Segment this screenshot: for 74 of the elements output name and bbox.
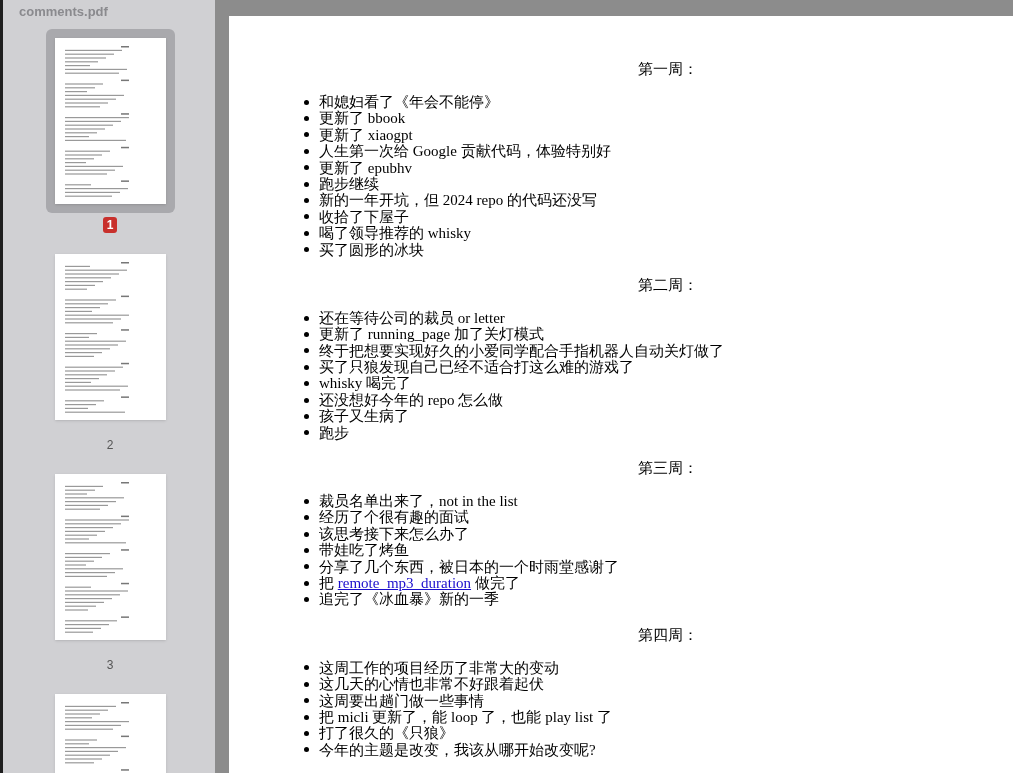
list-item-text: 更新了 epubhv bbox=[319, 159, 412, 176]
list-item-text: 把 micli 更新了，能 loop 了，也能 play list 了 bbox=[319, 708, 612, 725]
link[interactable]: remote_mp3_duration bbox=[337, 575, 472, 591]
list-item-text: 跑步 bbox=[319, 424, 349, 442]
bullet-icon bbox=[304, 580, 309, 586]
list-item-text: 收拾了下屋子 bbox=[319, 208, 409, 225]
bullet-icon bbox=[304, 698, 309, 704]
section-heading: 第四周： bbox=[638, 625, 698, 645]
list-item-text: 喝了领导推荐的 whisky bbox=[319, 225, 472, 242]
list-item-text: 还没想好今年的 repo 怎么做 bbox=[319, 391, 504, 409]
bullet-icon bbox=[304, 515, 309, 521]
list-item-text: 裁员名单出来了，not in the list bbox=[319, 493, 518, 510]
bullet-icon bbox=[304, 747, 309, 753]
bullet-icon bbox=[304, 198, 309, 204]
bullet-icon bbox=[304, 498, 309, 504]
bullet-icon bbox=[304, 364, 309, 370]
list-item-text: 和媳妇看了《年会不能停》 bbox=[319, 94, 499, 111]
bullet-icon bbox=[304, 731, 309, 736]
list-item-text: 终于把想要实现好久的小爱同学配合手指机器人自动关灯做了 bbox=[319, 342, 724, 359]
list-item-text: 这几天的心情也非常不好跟着起伏 bbox=[319, 676, 544, 693]
list-item-text: 这周工作的项目经历了非常大的变动 bbox=[319, 659, 559, 676]
page-number: 1 bbox=[102, 217, 118, 233]
section-heading: 第三周： bbox=[638, 459, 698, 479]
list-item-text: 还在等待公司的裁员 or letter bbox=[319, 309, 505, 326]
bullet-icon bbox=[304, 397, 309, 403]
list-item-text: 买了圆形的冰块 bbox=[319, 241, 424, 258]
page-thumbnail-drawing[interactable] bbox=[54, 254, 166, 420]
list-item-text: 更新了 xiaogpt bbox=[319, 126, 413, 144]
bullet-icon bbox=[304, 430, 309, 436]
bullet-icon bbox=[304, 681, 309, 687]
bullet-icon bbox=[304, 381, 309, 387]
bullet-icon bbox=[304, 348, 309, 354]
page-number: 2 bbox=[106, 437, 114, 453]
list-item-text: 带娃吃了烤鱼 bbox=[319, 542, 409, 559]
list-item-text: 新的一年开坑，但 2024 repo 的代码还没写 bbox=[319, 192, 597, 209]
list-item-text: 孩子又生病了 bbox=[319, 408, 409, 425]
list-item-text: 更新了 running_page 加了关灯模式 bbox=[319, 326, 544, 343]
list-item-text: 跑步继续 bbox=[319, 175, 379, 192]
bullet-icon bbox=[304, 413, 309, 419]
bullet-icon bbox=[304, 332, 309, 337]
bullet-icon bbox=[304, 132, 309, 138]
list-item-text: 更新了 bbook bbox=[319, 110, 406, 127]
bullet-icon bbox=[304, 547, 309, 553]
bullet-icon bbox=[304, 214, 309, 220]
list-item-text: 追完了《冰血暴》新的一季 bbox=[319, 591, 499, 608]
bullet-icon bbox=[304, 181, 309, 187]
page-thumbnail-drawing[interactable] bbox=[54, 474, 166, 640]
list-item-text: 打了很久的《只狼》 bbox=[319, 725, 454, 742]
bullet-icon bbox=[304, 230, 309, 236]
bullet-icon bbox=[304, 99, 309, 105]
list-item-text: 今年的主题是改变，我该从哪开始改变呢? bbox=[319, 741, 596, 759]
list-item-text: 分享了几个东西，被日本的一个时雨堂感谢了 bbox=[319, 558, 619, 575]
list-item-text: 这周要出趟门做一些事情 bbox=[319, 692, 484, 709]
bullet-icon bbox=[304, 165, 309, 171]
bullet-icon bbox=[304, 247, 309, 253]
list-item-text: 经历了个很有趣的面试 bbox=[319, 509, 469, 526]
bullet-icon bbox=[304, 116, 309, 122]
bullet-icon bbox=[304, 531, 309, 537]
list-item-text: 人生第一次给 Google 贡献代码，体验特别好 bbox=[319, 143, 611, 160]
list-item-text: 该思考接下来怎么办了 bbox=[319, 525, 469, 543]
bullet-icon bbox=[304, 597, 309, 603]
bullet-icon bbox=[304, 148, 309, 154]
bullet-icon bbox=[304, 564, 309, 570]
bullet-icon bbox=[304, 714, 309, 720]
page-thumbnail-drawing[interactable] bbox=[54, 38, 166, 204]
page-number: 3 bbox=[106, 657, 114, 673]
bullet-icon bbox=[304, 665, 309, 671]
list-item-text: whisky 喝完了 bbox=[319, 375, 412, 392]
list-item-text: 把 remote_mp3_duration 做完了 bbox=[319, 575, 520, 591]
section-heading: 第二周： bbox=[638, 275, 698, 295]
window-title: comments.pdf bbox=[18, 3, 109, 21]
bullet-icon bbox=[304, 315, 309, 321]
section-heading: 第一周： bbox=[638, 60, 698, 79]
list-item-text: 买了只狼发现自己已经不适合打这么难的游戏了 bbox=[319, 359, 634, 376]
